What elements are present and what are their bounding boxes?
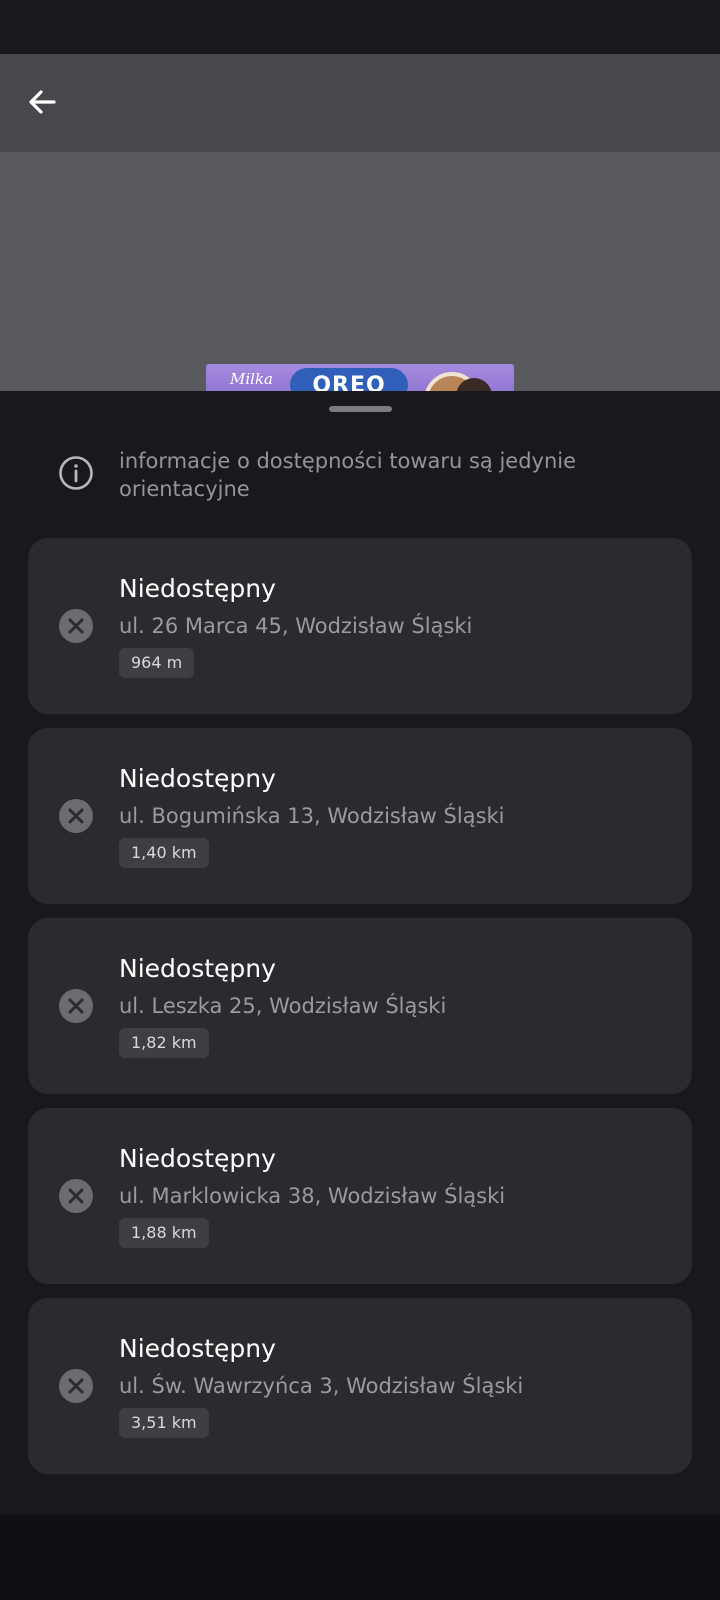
- store-card[interactable]: Niedostępny ul. Marklowicka 38, Wodzisła…: [28, 1108, 692, 1284]
- store-status: Niedostępny: [119, 764, 276, 793]
- unavailable-icon: [59, 1369, 93, 1403]
- back-button[interactable]: [18, 78, 66, 126]
- arrow-left-icon: [29, 90, 56, 114]
- status-bar: [0, 0, 720, 54]
- store-address: ul. Bogumińska 13, Wodzisław Śląski: [119, 804, 505, 828]
- store-status: Niedostępny: [119, 1334, 276, 1363]
- info-text: informacje o dostępności towaru są jedyn…: [119, 449, 577, 501]
- app-bar: [0, 54, 720, 152]
- store-address: ul. Leszka 25, Wodzisław Śląski: [119, 994, 447, 1018]
- product-sub-brand-logo: OREO: [290, 368, 408, 392]
- store-card[interactable]: Niedostępny ul. Bogumińska 13, Wodzisław…: [28, 728, 692, 904]
- distance-badge: 3,51 km: [119, 1408, 209, 1438]
- store-card[interactable]: Niedostępny ul. Leszka 25, Wodzisław Ślą…: [28, 918, 692, 1094]
- store-status: Niedostępny: [119, 954, 276, 983]
- store-status: Niedostępny: [119, 574, 276, 603]
- product-brand-logo: Milka: [230, 370, 273, 388]
- distance-badge: 1,40 km: [119, 838, 209, 868]
- unavailable-icon: [59, 1179, 93, 1213]
- store-card[interactable]: Niedostępny ul. Św. Wawrzyńca 3, Wodzisł…: [28, 1298, 692, 1474]
- info-icon: [59, 456, 93, 490]
- unavailable-icon: [59, 799, 93, 833]
- system-navigation-area: [0, 1515, 720, 1600]
- store-address: ul. 26 Marca 45, Wodzisław Śląski: [119, 614, 473, 638]
- distance-badge: 964 m: [119, 648, 195, 678]
- store-address: ul. Marklowicka 38, Wodzisław Śląski: [119, 1184, 506, 1208]
- store-address: ul. Św. Wawrzyńca 3, Wodzisław Śląski: [119, 1374, 524, 1398]
- drag-handle[interactable]: [329, 406, 392, 412]
- info-notice: informacje o dostępności towaru są jedyn…: [58, 449, 698, 511]
- store-status: Niedostępny: [119, 1144, 276, 1173]
- store-card[interactable]: Niedostępny ul. 26 Marca 45, Wodzisław Ś…: [28, 538, 692, 714]
- unavailable-icon: [59, 989, 93, 1023]
- distance-badge: 1,82 km: [119, 1028, 209, 1058]
- availability-sheet: informacje o dostępności towaru są jedyn…: [0, 391, 720, 1515]
- product-image: Milka OREO: [206, 364, 514, 392]
- unavailable-icon: [59, 609, 93, 643]
- product-image-area: Milka OREO: [0, 152, 720, 392]
- distance-badge: 1,88 km: [119, 1218, 209, 1248]
